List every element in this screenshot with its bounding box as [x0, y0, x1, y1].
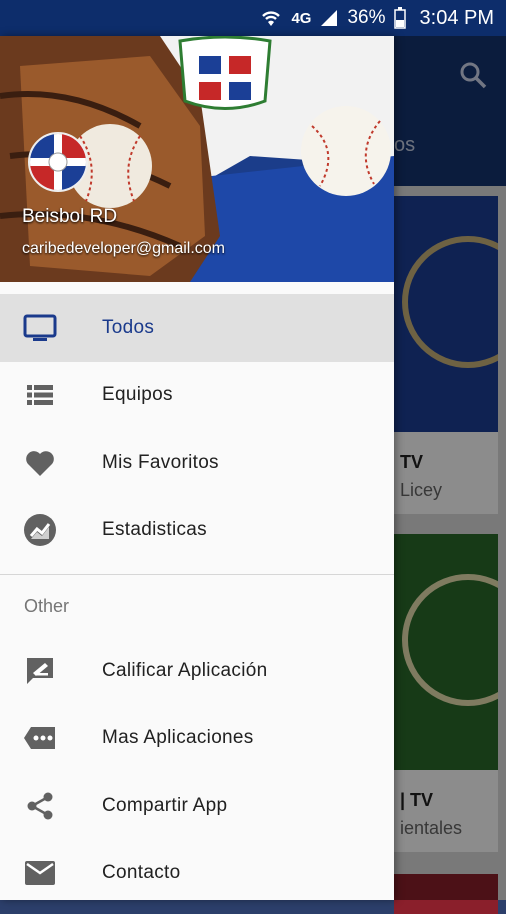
drawer-item-compartir[interactable]: Compartir App: [0, 772, 394, 840]
drawer-other-section: Other Calificar Aplicación Mas Aplicacio…: [0, 574, 394, 900]
clock: 3:04 PM: [419, 6, 494, 29]
tv-icon: [22, 310, 58, 346]
drawer-item-estadisticas[interactable]: Estadisticas: [0, 497, 394, 565]
status-bar: 4G 36% 3:04 PM: [0, 0, 506, 36]
network-type: 4G: [291, 9, 312, 27]
drawer-item-label: Estadisticas: [102, 519, 207, 541]
drawer-item-equipos[interactable]: Equipos: [0, 362, 394, 430]
heart-icon: [22, 445, 58, 481]
drawer-header: Beisbol RD caribedeveloper@gmail.com: [0, 36, 394, 282]
app-name: Beisbol RD: [22, 206, 118, 227]
share-icon: [22, 788, 58, 824]
drawer-item-contacto[interactable]: Contacto: [0, 840, 394, 901]
stats-icon: [22, 512, 58, 548]
section-title: Other: [24, 595, 70, 616]
drawer-item-mas-aplicaciones[interactable]: Mas Aplicaciones: [0, 705, 394, 773]
app-avatar[interactable]: [28, 132, 88, 192]
drawer-item-calificar[interactable]: Calificar Aplicación: [0, 637, 394, 705]
drawer-item-todos[interactable]: Todos: [0, 294, 394, 362]
app-logo-icon: [30, 134, 86, 190]
drawer-item-favoritos[interactable]: Mis Favoritos: [0, 429, 394, 497]
drawer-item-label: Compartir App: [102, 794, 228, 816]
drawer-item-label: Mas Aplicaciones: [102, 727, 254, 749]
battery-icon: [393, 7, 406, 29]
wifi-icon: [262, 11, 281, 26]
more-apps-icon: [22, 720, 58, 756]
battery-percent: 36%: [347, 7, 386, 28]
signal-icon: [321, 10, 338, 26]
drawer-item-label: Calificar Aplicación: [102, 659, 268, 681]
navigation-drawer: Beisbol RD caribedeveloper@gmail.com Tod…: [0, 36, 394, 900]
other-menu: Calificar Aplicación Mas Aplicaciones Co…: [0, 637, 394, 900]
drawer-item-label: Todos: [102, 316, 155, 338]
rate-icon: [22, 653, 58, 689]
account-email: caribedeveloper@gmail.com: [22, 240, 225, 257]
list-icon: [22, 377, 58, 413]
drawer-item-label: Equipos: [102, 384, 173, 406]
mail-icon: [22, 855, 58, 891]
drawer-menu: Todos Equipos Mis Favoritos Estadisticas: [0, 294, 394, 564]
drawer-item-label: Contacto: [102, 862, 181, 884]
drawer-item-label: Mis Favoritos: [102, 451, 219, 473]
